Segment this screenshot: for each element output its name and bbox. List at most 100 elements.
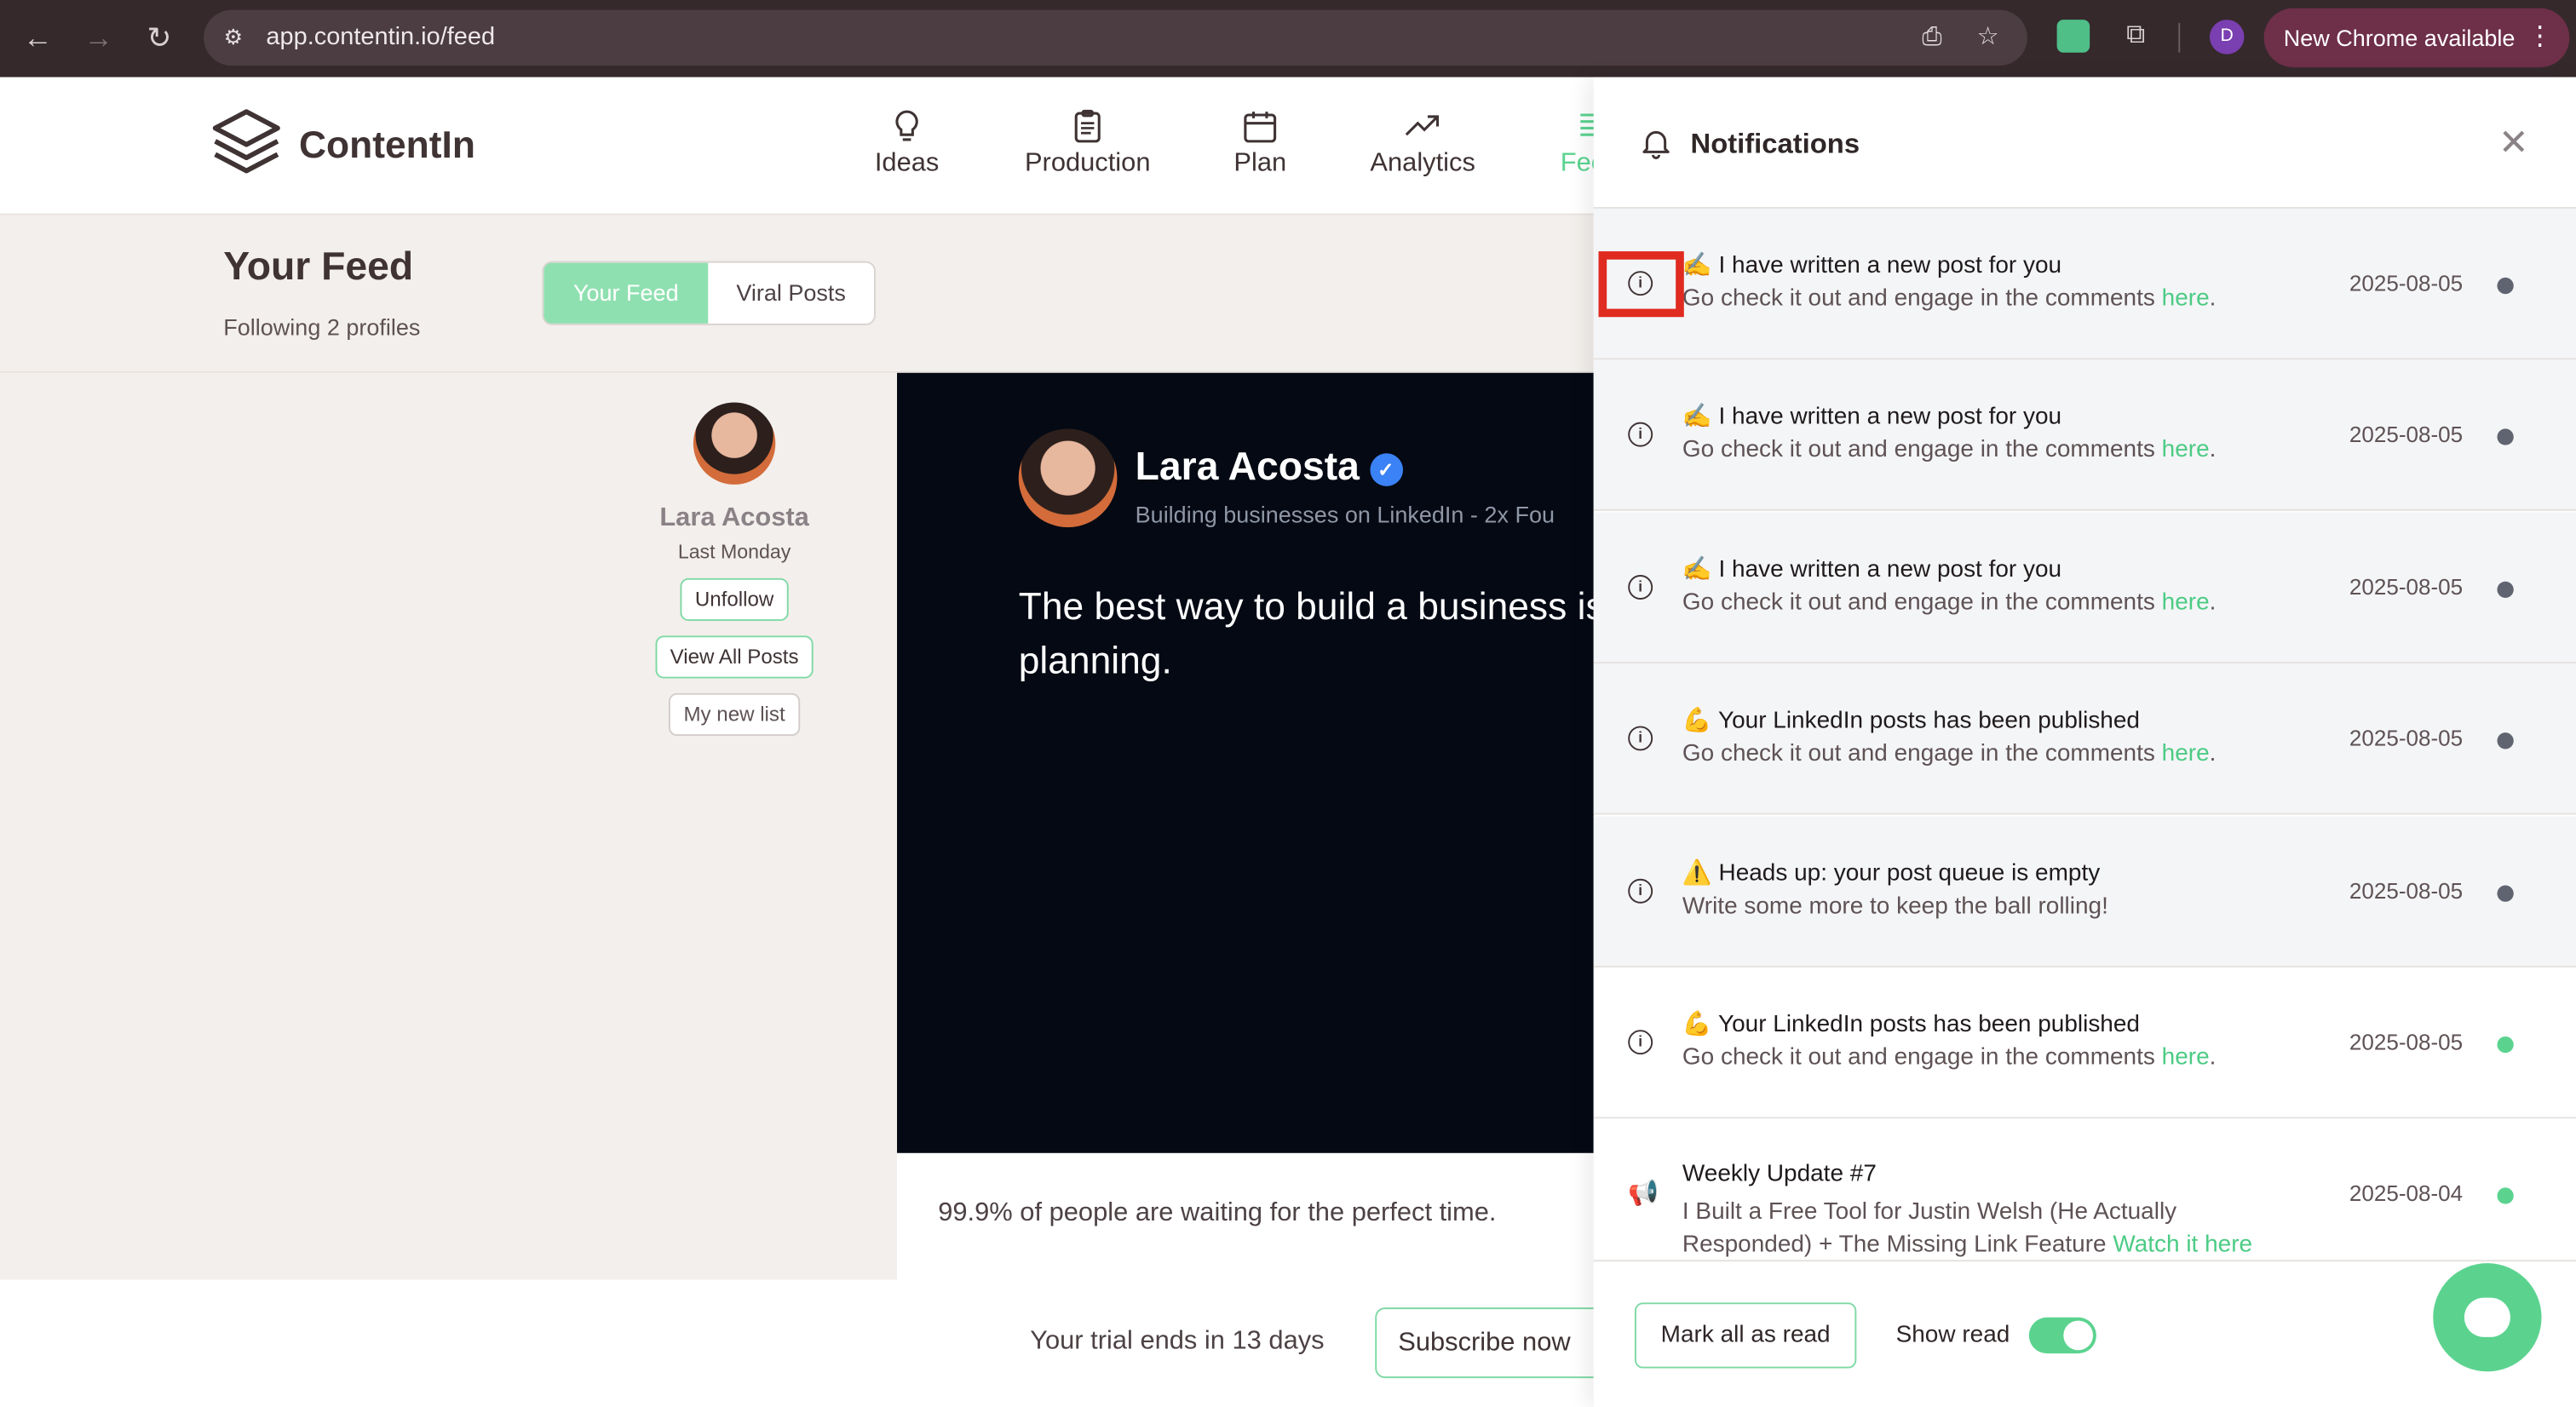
more-vertical-icon: ⋮ [2527,23,2554,51]
read-status-dot[interactable] [2497,732,2514,749]
tab-viral-posts[interactable]: Viral Posts [708,263,874,324]
notification-link[interactable]: here [2162,589,2210,616]
notification-item[interactable]: i 💪 Your LinkedIn posts has been publishe… [1593,967,2576,1119]
reload-icon[interactable]: ↻ [141,20,177,55]
chat-button[interactable] [2433,1263,2542,1372]
notification-link[interactable]: here [2162,438,2210,464]
notification-link[interactable]: here [2162,741,2210,767]
megaphone-icon[interactable]: 📢 [1628,1181,1659,1206]
chrome-update-button[interactable]: New Chrome available ⋮ [2263,8,2570,68]
post-caption: 99.9% of people are waiting for the perf… [938,1198,1497,1227]
notification-body-text: Go check it out and engage in the commen… [1682,589,2162,616]
post-author: Lara Acosta ✓ [1135,445,1403,491]
notification-emoji: ✍️ [1682,556,1712,583]
nav-plan[interactable]: Plan [1233,106,1286,179]
feed-header: Your Feed Following 2 profiles Your Feed… [0,215,1594,373]
notification-title: Weekly Update #7 [1682,1162,1877,1188]
extension-icon[interactable] [2056,20,2090,53]
show-read-label: Show read [1895,1322,2010,1349]
notification-item[interactable]: 📢 Weekly Update #7 I Built a Free Tool for… [1593,1119,2576,1261]
url-text[interactable]: app.contentin.io/feed [266,23,495,51]
notification-item[interactable]: i 💪 Your LinkedIn posts has been publishe… [1593,663,2576,815]
nav-analytics[interactable]: Analytics [1367,106,1479,179]
notification-title: ✍️ I have written a new post for you [1682,554,2061,583]
notification-item[interactable]: i ✍️ I have written a new post for you Go … [1593,512,2576,663]
clipboard-icon [1074,109,1101,143]
site-settings-icon[interactable]: ⚙ [220,25,246,51]
chat-bubble-icon [2464,1297,2510,1337]
notification-item[interactable]: i ⚠️ Heads up: your post queue is empty Wr… [1593,815,2576,968]
notification-body-tail: . [2209,741,2217,768]
notification-body: Write some more to keep the ball rolling… [1682,893,2108,919]
mark-all-read-button[interactable]: Mark all as read [1634,1302,1857,1369]
notification-date: 2025-08-05 [2349,574,2464,600]
notification-body-text: Go check it out and engage in the commen… [1682,1044,2162,1071]
notification-body: Go check it out and engage in the commen… [1682,286,2217,313]
notification-date: 2025-08-05 [2349,1030,2464,1055]
profile-avatar[interactable]: D [2209,20,2245,55]
post-author-name: Lara Acosta [1135,445,1360,490]
read-status-dot[interactable] [2497,429,2514,446]
back-icon[interactable]: ← [20,20,55,55]
install-app-icon[interactable]: ⎙ [1916,21,1949,55]
notification-title-text: I have written a new post for you [1718,405,2062,432]
list-tag[interactable]: My new list [669,692,801,737]
notification-body-text: I Built a Free Tool for Justin Welsh (He… [1682,1199,2177,1226]
forward-icon[interactable]: → [81,20,117,55]
post-author-avatar [1018,428,1118,528]
nav-analytics-label: Analytics [1370,149,1475,178]
read-status-dot[interactable] [2497,277,2514,295]
trend-icon [1405,115,1440,136]
extensions-puzzle-icon[interactable]: ⧉ [2119,20,2153,53]
nav-production[interactable]: Production [1021,106,1155,179]
bell-icon [1642,130,1670,159]
following-count: Following 2 profiles [223,313,421,341]
info-icon[interactable]: i [1628,1030,1653,1055]
post-text: The best way to build a business is stop… [1018,584,1594,682]
bookmark-star-icon[interactable]: ☆ [1971,21,2004,55]
read-status-dot[interactable] [2497,1036,2514,1054]
close-icon[interactable]: ✕ [2496,124,2532,161]
avatar[interactable] [693,402,776,485]
app-name[interactable]: ContentIn [299,123,475,168]
feed-tabs: Your Feed Viral Posts [542,261,876,325]
info-icon[interactable]: i [1628,878,1653,903]
info-icon[interactable]: i [1628,574,1653,600]
notification-title-text: I have written a new post for you [1718,556,2062,583]
nav-ideas[interactable]: Ideas [874,106,940,179]
address-bar[interactable]: ⚙ app.contentin.io/feed ⎙ ☆ [204,9,2027,66]
info-icon[interactable]: i [1628,422,1653,448]
highlight-box [1598,251,1684,318]
show-read-toggle[interactable] [2028,1317,2096,1354]
notification-emoji: ✍️ [1682,405,1712,432]
notification-link[interactable]: here [2162,286,2210,313]
read-status-dot[interactable] [2497,581,2514,598]
info-icon[interactable]: i [1628,726,1653,751]
notification-emoji: ✍️ [1682,253,1712,279]
subscribe-button[interactable]: Subscribe now [1375,1307,1606,1379]
notification-date: 2025-08-04 [2349,1181,2464,1207]
notification-item[interactable]: i ✍️ I have written a new post for you Go … [1593,360,2576,512]
post-image[interactable]: Lara Acosta ✓ Building businesses on Link… [897,372,1594,1153]
notification-body-tail: . [2209,437,2217,464]
feed-body: Lara Acosta Last Monday Unfollow View Al… [0,372,1594,1280]
read-status-dot[interactable] [2497,1188,2514,1205]
notification-item[interactable]: i ✍️ I have written a new post for you Go … [1593,208,2576,360]
unfollow-button[interactable]: Unfollow [680,577,789,622]
notification-title-text: I have written a new post for you [1718,253,2062,279]
tab-your-feed[interactable]: Your Feed [543,262,709,324]
read-status-dot[interactable] [2497,884,2514,902]
notification-body: Go check it out and engage in the commen… [1682,1045,2217,1071]
nav-plan-label: Plan [1233,149,1287,178]
post-author-headline: Building businesses on LinkedIn - 2x Fou [1135,501,1555,528]
notification-body: Go check it out and engage in the commen… [1682,438,2217,464]
nav-ideas-label: Ideas [874,149,940,178]
notification-date: 2025-08-05 [2349,878,2464,903]
notification-link[interactable]: Watch it here [2113,1232,2252,1259]
contentin-logo-icon[interactable] [210,106,283,182]
profile-name[interactable]: Lara Acosta [644,504,825,534]
view-all-posts-button[interactable]: View All Posts [655,635,814,679]
notification-body-tail: . [2209,589,2217,616]
notification-link[interactable]: here [2162,1045,2210,1071]
notification-body-text: Go check it out and engage in the commen… [1682,437,2162,464]
